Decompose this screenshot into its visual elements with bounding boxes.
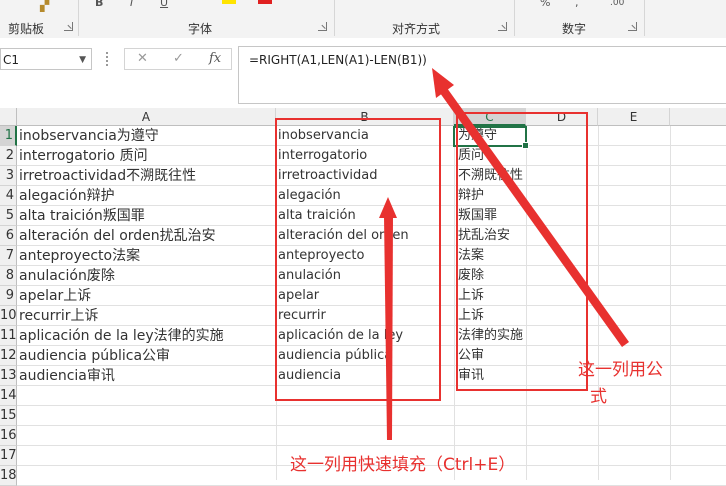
column-header-e[interactable]: E xyxy=(598,108,670,126)
cell-a[interactable]: alta traición叛国罪 xyxy=(19,206,145,226)
insert-function-button[interactable]: fx xyxy=(209,51,221,66)
cell-a[interactable]: alegación辩护 xyxy=(19,186,115,206)
row-header[interactable]: 13 xyxy=(0,366,17,386)
enter-icon[interactable]: ✓ xyxy=(173,51,184,66)
formula-text: =RIGHT(A1,LEN(A1)-LEN(B1)) xyxy=(249,53,427,67)
number-launcher-icon[interactable] xyxy=(628,22,637,31)
select-all-corner[interactable] xyxy=(0,108,17,126)
row-header[interactable]: 2 xyxy=(0,146,17,166)
formula-note-line1: 这一列用公 xyxy=(578,360,663,380)
format-painter-icon[interactable]: ▞ xyxy=(40,0,49,12)
row-header[interactable]: 18 xyxy=(0,466,17,486)
cell-a[interactable]: irretroactividad不溯既往性 xyxy=(19,166,196,186)
italic-button[interactable]: I xyxy=(130,0,133,9)
cell-a[interactable]: anteproyecto法案 xyxy=(19,246,140,266)
cell-a[interactable]: alteración del orden扰乱治安 xyxy=(19,226,216,246)
cell-a[interactable]: anulación废除 xyxy=(19,266,115,286)
row-header[interactable]: 16 xyxy=(0,426,17,446)
formula-column-highlight xyxy=(456,112,588,391)
row-header[interactable]: 5 xyxy=(0,206,17,226)
font-launcher-icon[interactable] xyxy=(318,22,327,31)
cancel-icon[interactable]: ✕ xyxy=(137,51,148,66)
row-header[interactable]: 8 xyxy=(0,266,17,286)
row-header[interactable]: 3 xyxy=(0,166,17,186)
bold-button[interactable]: B xyxy=(95,0,103,9)
clipboard-launcher-icon[interactable] xyxy=(64,22,73,31)
row-header[interactable]: 17 xyxy=(0,446,17,466)
font-group-label: 字体 xyxy=(188,22,213,36)
alignment-launcher-icon[interactable] xyxy=(498,22,507,31)
formula-bar-grip-icon[interactable] xyxy=(106,52,110,66)
name-box[interactable]: C1 ▼ xyxy=(0,48,92,70)
row-header[interactable]: 6 xyxy=(0,226,17,246)
formula-note-line2: 式 xyxy=(590,387,607,407)
formula-buttons: ✕ ✓ fx xyxy=(124,48,232,70)
cell-a[interactable]: audiencia pública公审 xyxy=(19,346,170,366)
chevron-down-icon[interactable]: ▼ xyxy=(79,49,86,71)
ribbon: ▞ B I U % , .00 剪贴板 字体 对齐方式 数字 xyxy=(0,0,726,39)
cell-a[interactable]: interrogatorio 质问 xyxy=(19,146,148,166)
column-header-f[interactable] xyxy=(670,108,726,126)
row-header[interactable]: 4 xyxy=(0,186,17,206)
decimal-icon[interactable]: .00 xyxy=(610,0,624,8)
formula-bar: C1 ▼ ✕ ✓ fx =RIGHT(A1,LEN(A1)-LEN(B1)) xyxy=(0,38,726,109)
row-header[interactable]: 7 xyxy=(0,246,17,266)
row-header[interactable]: 9 xyxy=(0,286,17,306)
column-header-a[interactable]: A xyxy=(17,108,276,126)
formula-input[interactable]: =RIGHT(A1,LEN(A1)-LEN(B1)) xyxy=(238,46,726,104)
cell-a[interactable]: inobservancia为遵守 xyxy=(19,126,159,146)
cell-a[interactable]: aplicación de la ley法律的实施 xyxy=(19,326,224,346)
alignment-group-label: 对齐方式 xyxy=(392,22,441,36)
row-header[interactable]: 10 xyxy=(0,306,17,326)
cell-a[interactable]: apelar上诉 xyxy=(19,286,91,306)
flash-fill-column-highlight xyxy=(275,118,441,401)
number-group-label: 数字 xyxy=(562,22,587,36)
cell-a[interactable]: recurrir上诉 xyxy=(19,306,99,326)
row-header[interactable]: 1 xyxy=(0,126,17,146)
row-header[interactable]: 11 xyxy=(0,326,17,346)
row-header[interactable]: 14 xyxy=(0,386,17,406)
underline-button[interactable]: U xyxy=(160,0,168,9)
comma-icon[interactable]: , xyxy=(575,0,579,9)
cell-a[interactable]: audiencia审讯 xyxy=(19,366,115,386)
clipboard-group-label: 剪贴板 xyxy=(8,22,45,36)
flash-fill-note: 这一列用快速填充（Ctrl+E） xyxy=(290,455,516,475)
name-box-value: C1 xyxy=(3,53,20,67)
font-color-icon[interactable] xyxy=(258,0,272,4)
row-header[interactable]: 12 xyxy=(0,346,17,366)
row-header[interactable]: 15 xyxy=(0,406,17,426)
percent-icon[interactable]: % xyxy=(540,0,550,9)
fill-color-icon[interactable] xyxy=(222,0,236,4)
